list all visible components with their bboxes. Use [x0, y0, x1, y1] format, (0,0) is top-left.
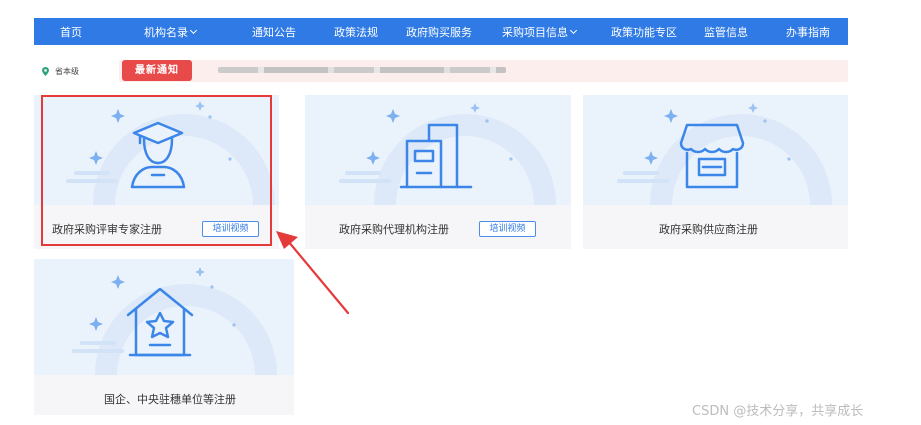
nav-item-supervision[interactable]: 监管信息 [704, 24, 748, 40]
highlight-box [41, 95, 272, 246]
nav-item-policies[interactable]: 政策法规 [334, 24, 378, 40]
nav-item-projects[interactable]: 采购项目信息 [502, 24, 578, 40]
main-nav: 首页 机构名录 通知公告 政策法规 政府购买服务 采购项目信息 政策功能专区 监… [34, 18, 848, 45]
nav-item-label: 首页 [60, 26, 82, 39]
nav-item-label: 通知公告 [252, 26, 296, 39]
nav-item-label: 政府购买服务 [406, 26, 472, 39]
notice-text-blurred[interactable] [218, 67, 506, 73]
nav-item-directory[interactable]: 机构名录 [144, 24, 198, 40]
nav-item-policy-zone[interactable]: 政策功能专区 [611, 24, 677, 40]
nav-item-notices[interactable]: 通知公告 [252, 24, 296, 40]
card-label: 政府采购供应商注册 [659, 223, 758, 236]
location-pin-icon [42, 67, 49, 76]
nav-item-gov-services[interactable]: 政府购买服务 [406, 24, 472, 40]
location-label: 省本级 [55, 67, 79, 76]
card-illustration [305, 95, 571, 205]
nav-item-label: 监管信息 [704, 26, 748, 39]
training-video-button[interactable]: 培训视频 [479, 221, 536, 237]
card-illustration [583, 95, 848, 205]
latest-notice-badge: 最新通知 [122, 60, 192, 81]
nav-item-label: 政策法规 [334, 26, 378, 39]
card-label: 国企、中央驻穗单位等注册 [104, 393, 236, 406]
chevron-down-icon [569, 26, 578, 35]
annotation-arrow-icon [276, 231, 350, 315]
location-selector[interactable]: 省本级 [42, 66, 79, 77]
nav-item-guide[interactable]: 办事指南 [786, 24, 830, 40]
card-illustration [34, 259, 294, 375]
card-supplier-registration[interactable]: 政府采购供应商注册 [583, 95, 848, 249]
card-soe-registration[interactable]: 国企、中央驻穗单位等注册 [34, 259, 294, 415]
chevron-down-icon [189, 26, 198, 35]
nav-item-home[interactable]: 首页 [60, 24, 82, 40]
csdn-watermark: CSDN @技术分享，共享成长 [692, 404, 864, 419]
nav-item-label: 办事指南 [786, 26, 830, 39]
nav-item-label: 政策功能专区 [611, 26, 677, 39]
nav-item-label: 采购项目信息 [502, 26, 568, 39]
nav-item-label: 机构名录 [144, 26, 188, 39]
